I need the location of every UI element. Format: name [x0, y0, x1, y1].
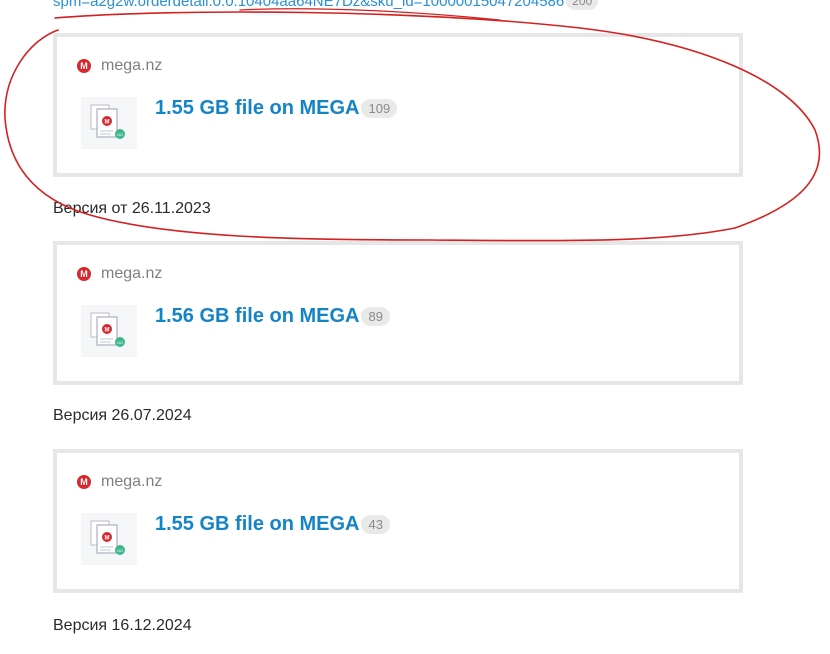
thumb-badge-text: GO [117, 548, 123, 553]
card-source: M mega.nz [77, 473, 162, 491]
thumb-badge-text: GO [117, 132, 123, 137]
source-name: mega.nz [101, 57, 163, 74]
version-label: Версия от 26.11.2023 [53, 200, 211, 217]
card-title-link[interactable]: 1.55 GB file on MEGA [155, 513, 359, 536]
link-preview-card[interactable]: M mega.nz M GO 1.56 GB file on MEGA 89 [53, 241, 743, 385]
card-source: M mega.nz [77, 57, 162, 75]
thumb-logo-letter: M [105, 328, 110, 334]
file-thumbnail-icon: M GO [81, 513, 137, 565]
source-name: mega.nz [101, 265, 163, 282]
thumb-logo-letter: M [105, 536, 110, 542]
count-badge: 109 [361, 99, 398, 118]
mega-logo-icon: M [77, 475, 91, 489]
thumb-badge-text: GO [117, 340, 123, 345]
count-badge: 43 [361, 515, 390, 534]
link-preview-card[interactable]: M mega.nz M GO 1.55 GB file on MEGA 43 [53, 449, 743, 593]
card-title-row: 1.55 GB file on MEGA 109 [155, 97, 398, 120]
link-preview-card[interactable]: M mega.nz M GO 1.55 GB file on MEGA 109 [53, 33, 743, 177]
source-name: mega.nz [101, 473, 163, 490]
top-link-text[interactable]: spm=a2g2w.orderdetail.0.0.10404aa64NE7Dz… [53, 0, 564, 10]
card-title-link[interactable]: 1.55 GB file on MEGA [155, 97, 359, 120]
mega-logo-icon: M [77, 59, 91, 73]
card-source: M mega.nz [77, 265, 162, 283]
count-badge: 89 [361, 307, 390, 326]
mega-logo-icon: M [77, 267, 91, 281]
version-label: Версия 26.07.2024 [53, 407, 192, 424]
card-title-row: 1.56 GB file on MEGA 89 [155, 305, 390, 328]
top-link-count: 200 [566, 0, 599, 10]
file-thumbnail-icon: M GO [81, 305, 137, 357]
card-title-row: 1.55 GB file on MEGA 43 [155, 513, 390, 536]
top-link[interactable]: spm=a2g2w.orderdetail.0.0.10404aa64NE7Dz… [53, 0, 599, 10]
card-title-link[interactable]: 1.56 GB file on MEGA [155, 305, 359, 328]
version-label: Версия 16.12.2024 [53, 617, 192, 634]
file-thumbnail-icon: M GO [81, 97, 137, 149]
thumb-logo-letter: M [105, 120, 110, 126]
